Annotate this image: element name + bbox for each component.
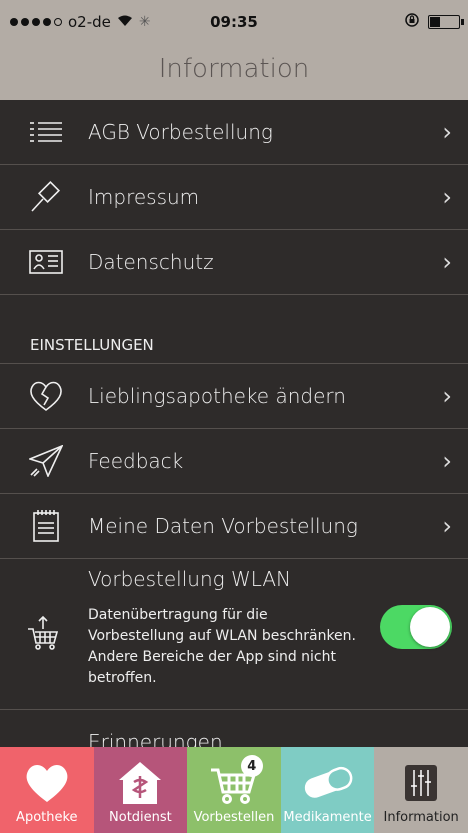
menu-item-erinnerungen[interactable]: Erinnerungen <box>0 710 468 750</box>
menu-item-label: Impressum <box>88 185 200 209</box>
status-bar: o2-de ✳ 09:35 <box>0 0 468 44</box>
tab-notdienst[interactable]: Notdienst <box>93 747 188 833</box>
chevron-right-icon: › <box>442 118 452 146</box>
cart-icon <box>187 757 281 809</box>
heart-icon <box>0 757 94 809</box>
tab-vorbestellen[interactable]: 4 Vorbestellen <box>187 747 281 833</box>
tab-label: Medikamente <box>283 810 372 825</box>
broken-heart-icon <box>26 376 66 416</box>
wlan-description: Datenübertragung für die Vorbestellung a… <box>88 607 356 686</box>
menu-item-agb[interactable]: AGB Vorbestellung › <box>0 100 468 165</box>
section-header: EINSTELLUNGEN <box>0 327 468 364</box>
menu-item-label: Lieblingsapotheke ändern <box>88 384 346 408</box>
menu-item-feedback[interactable]: Feedback › <box>0 429 468 494</box>
menu-item-meine-daten[interactable]: Meine Daten Vorbestellung › <box>0 494 468 559</box>
list-icon <box>26 112 66 152</box>
menu-item-label: Datenschutz <box>88 250 214 274</box>
tab-label: Apotheke <box>16 810 78 825</box>
menu-item-lieblingsapotheke[interactable]: Lieblingsapotheke ändern › <box>0 364 468 429</box>
wlan-title: Vorbestellung WLAN <box>88 567 291 591</box>
tab-information[interactable]: Information <box>374 747 468 833</box>
tab-bar: Apotheke Notdienst 4 Vorbestellen Medika… <box>0 747 468 833</box>
tab-label: Vorbestellen <box>193 810 275 825</box>
menu-item-datenschutz[interactable]: Datenschutz › <box>0 230 468 295</box>
menu-item-label: Feedback <box>88 449 184 473</box>
page-title: Information <box>158 54 310 84</box>
chevron-right-icon: › <box>442 447 452 475</box>
menu-item-impressum[interactable]: Impressum › <box>0 165 468 230</box>
chevron-right-icon: › <box>442 183 452 211</box>
menu-item-label: AGB Vorbestellung <box>88 120 273 144</box>
menu-item-label: Meine Daten Vorbestellung <box>88 514 358 538</box>
pharmacy-house-icon <box>94 757 188 809</box>
status-time: 09:35 <box>210 13 258 31</box>
battery-icon <box>428 15 464 29</box>
orientation-lock-icon <box>404 12 420 32</box>
cart-count-badge: 4 <box>240 755 263 777</box>
id-card-icon <box>26 242 66 282</box>
wlan-setting: Vorbestellung WLAN Datenübertragung für … <box>0 559 468 710</box>
gavel-icon <box>26 177 66 217</box>
wlan-toggle[interactable] <box>380 605 452 649</box>
sliders-icon <box>374 757 468 809</box>
settings-list: AGB Vorbestellung › Impressum › Datensch… <box>0 100 468 750</box>
chevron-right-icon: › <box>442 248 452 276</box>
tab-label: Notdienst <box>109 810 172 825</box>
pill-icon <box>281 757 375 809</box>
paper-plane-icon <box>26 441 66 481</box>
cart-wifi-icon <box>26 615 66 655</box>
toggle-knob <box>410 607 450 647</box>
notepad-icon <box>26 506 66 546</box>
status-right <box>404 12 464 32</box>
nav-bar: Information <box>0 44 468 100</box>
chevron-right-icon: › <box>442 382 452 410</box>
tab-medikamente[interactable]: Medikamente <box>280 747 375 833</box>
tab-apotheke[interactable]: Apotheke <box>0 747 94 833</box>
tab-label: Information <box>383 810 459 825</box>
chevron-right-icon: › <box>442 512 452 540</box>
